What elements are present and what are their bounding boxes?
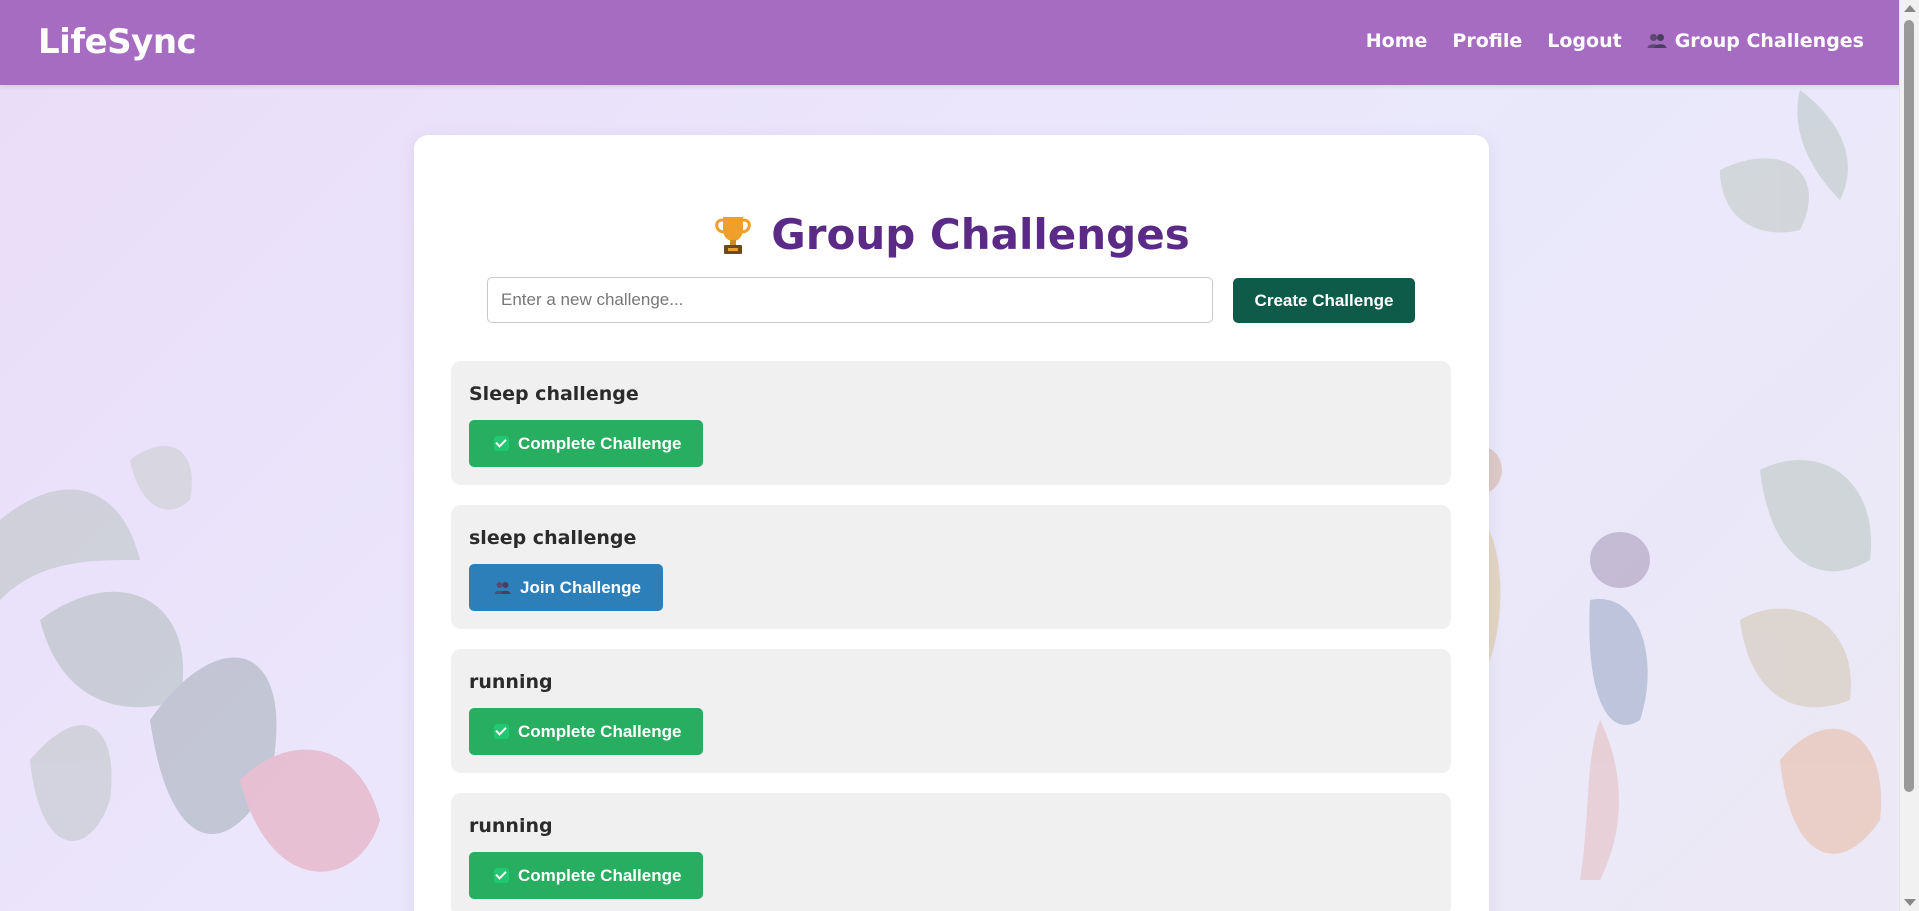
create-challenge-button[interactable]: Create Challenge — [1233, 278, 1415, 323]
nav-home-link[interactable]: Home — [1366, 30, 1428, 52]
join-challenge-button[interactable]: Join Challenge — [469, 564, 663, 611]
challenge-item: running Complete Challenge — [451, 793, 1451, 911]
nav-logout-link[interactable]: Logout — [1547, 30, 1621, 52]
challenges-card: Group Challenges Create Challenge Sleep … — [414, 135, 1489, 911]
challenge-input[interactable] — [487, 277, 1213, 323]
nav-group-challenges-link[interactable]: Group Challenges — [1647, 30, 1864, 52]
create-challenge-form: Create Challenge — [487, 277, 1417, 325]
scroll-thumb[interactable] — [1904, 20, 1914, 792]
top-navbar: LifeSync Home Profile Logout Group Chall… — [0, 0, 1900, 85]
challenge-title: Sleep challenge — [469, 383, 639, 405]
button-label: Join Challenge — [520, 577, 641, 597]
page-title: Group Challenges — [771, 210, 1190, 259]
button-label: Complete Challenge — [518, 721, 682, 741]
complete-challenge-button[interactable]: Complete Challenge — [469, 708, 704, 755]
page-scrollbar[interactable] — [1899, 0, 1919, 911]
button-label: Complete Challenge — [518, 865, 682, 885]
complete-challenge-button[interactable]: Complete Challenge — [469, 852, 704, 899]
challenge-title: running — [469, 815, 553, 837]
page-title-row: Group Challenges — [414, 210, 1489, 259]
complete-challenge-button[interactable]: Complete Challenge — [469, 420, 704, 467]
brand-logo[interactable]: LifeSync — [38, 22, 197, 62]
check-icon — [494, 724, 509, 739]
scroll-up-arrow[interactable] — [1904, 5, 1916, 12]
people-icon — [494, 581, 511, 594]
challenge-list: Sleep challenge Complete Challenge sleep… — [451, 361, 1451, 911]
scroll-down-arrow[interactable] — [1904, 899, 1916, 906]
check-icon — [494, 436, 509, 451]
nav-group-challenges-label: Group Challenges — [1674, 30, 1864, 52]
button-label: Complete Challenge — [518, 433, 682, 453]
challenge-title: running — [469, 671, 553, 693]
challenge-item: Sleep challenge Complete Challenge — [451, 361, 1451, 485]
nav-profile-link[interactable]: Profile — [1452, 30, 1522, 52]
check-icon — [494, 868, 509, 883]
trophy-icon — [715, 216, 752, 254]
challenge-title: sleep challenge — [469, 527, 637, 549]
challenge-item: running Complete Challenge — [451, 649, 1451, 773]
nav-links: Home Profile Logout Group Challenges — [1366, 30, 1864, 52]
challenge-item: sleep challenge Join Challenge — [451, 505, 1451, 629]
people-icon — [1647, 34, 1667, 48]
